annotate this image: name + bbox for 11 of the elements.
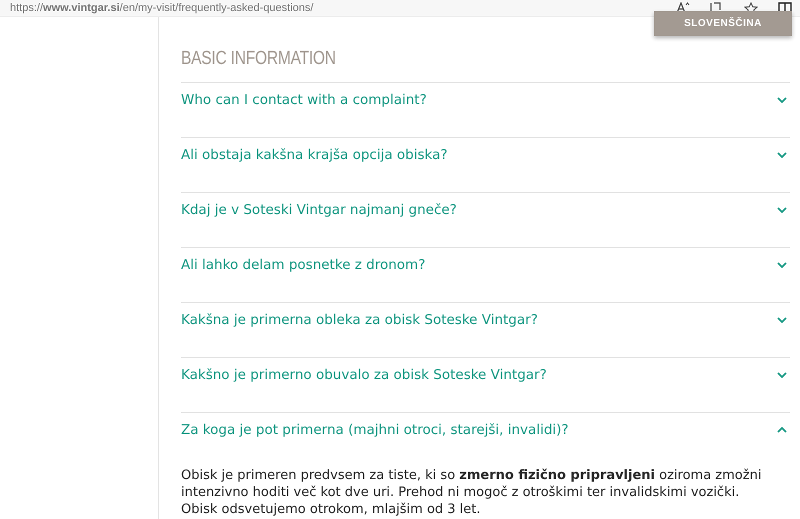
- faq-answer: Obisk je primeren predvsem za tiste, ki so zmerno fizično pripravljeni oziroma zmožni intenzivno hoditi več kot dve uri. Prehod ni mogoč z otroškimi ter invalidskimi vozički. Obisk odsvetujemo otrokom, mlajšim od 3 let.: [181, 467, 762, 518]
- faq-question[interactable]: Ali lahko delam posnetke z dronom?: [181, 248, 790, 302]
- faq-question[interactable]: Kakšno je primerno obuvalo za obisk Soteske Vintgar?: [181, 358, 790, 412]
- faq-question[interactable]: Za koga je pot primerna (majhni otroci, starejši, invalidi)?: [181, 413, 790, 467]
- section-title: BASIC INFORMATION: [181, 48, 337, 70]
- faq-question[interactable]: Who can I contact with a complaint?: [181, 83, 790, 137]
- faq-question[interactable]: Kdaj je v Soteski Vintgar najmanj gneče?: [181, 193, 790, 247]
- read-aloud-icon[interactable]: [676, 2, 690, 14]
- faq-question[interactable]: Ali obstaja kakšna krajša opcija obiska?: [181, 138, 790, 192]
- faq-question[interactable]: Kakšna je primerna obleka za obisk Soteske Vintgar?: [181, 303, 790, 357]
- language-button[interactable]: SLOVENŠČINA: [654, 11, 792, 36]
